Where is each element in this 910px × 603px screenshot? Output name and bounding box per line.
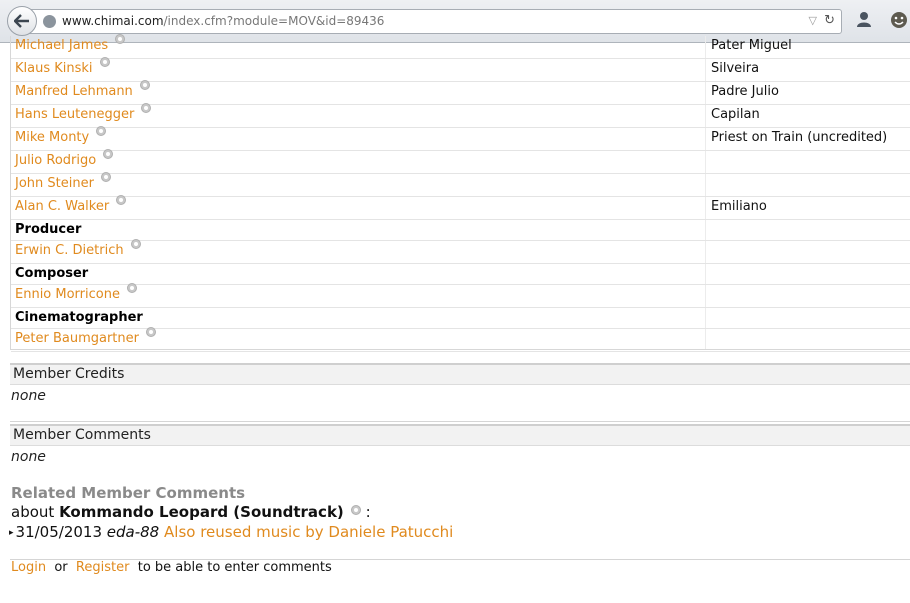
person-name[interactable]: Erwin C. Dietrich xyxy=(15,243,124,258)
search-icon[interactable] xyxy=(126,283,137,293)
search-icon[interactable] xyxy=(115,34,126,44)
credit-role-heading: Cinematographer xyxy=(15,310,143,325)
credit-row: John Steiner xyxy=(11,172,910,197)
credit-row: Alan C. Walker Emiliano xyxy=(11,195,910,220)
register-link[interactable]: Register xyxy=(76,560,130,575)
credit-row: Peter Baumgartner xyxy=(11,327,910,352)
person-link[interactable]: Erwin C. Dietrich xyxy=(15,239,141,258)
character-role: Priest on Train (uncredited) xyxy=(711,130,888,145)
credit-row: Hans Leutenegger Capilan xyxy=(11,103,910,128)
search-icon[interactable] xyxy=(116,195,127,205)
search-icon[interactable] xyxy=(145,327,156,337)
credit-row: Klaus Kinski Silveira xyxy=(11,57,910,82)
account-icon[interactable] xyxy=(856,11,872,31)
row-divider xyxy=(11,351,910,352)
search-icon[interactable] xyxy=(139,80,150,90)
url-dropdown-icon[interactable]: ▽ xyxy=(809,14,817,27)
comment-user[interactable]: eda-88 xyxy=(107,523,159,541)
back-arrow-icon xyxy=(14,14,29,28)
globe-icon xyxy=(43,15,56,28)
related-comment: ▸ 31/05/2013 eda-88 Also reused music by … xyxy=(9,523,454,541)
character-role: Padre Julio xyxy=(711,84,779,99)
person-name[interactable]: Alan C. Walker xyxy=(15,199,109,214)
search-icon[interactable] xyxy=(141,103,152,113)
person-name[interactable]: Julio Rodrigo xyxy=(15,153,96,168)
member-credits-value: none xyxy=(11,388,46,404)
comment-link[interactable]: Also reused music by Daniele Patucchi xyxy=(164,523,453,541)
credit-row: Julio Rodrigo xyxy=(11,149,910,174)
person-link[interactable]: Alan C. Walker xyxy=(15,195,127,214)
person-link[interactable]: Hans Leutenegger xyxy=(15,103,152,122)
credit-heading-row: Composer xyxy=(11,264,910,285)
member-comments-value: none xyxy=(11,449,46,465)
character-role: Capilan xyxy=(711,107,760,122)
person-name[interactable]: Manfred Lehmann xyxy=(15,84,133,99)
person-name[interactable]: Ennio Morricone xyxy=(15,287,120,302)
related-about-line: about Kommando Leopard (Soundtrack) : xyxy=(11,503,371,521)
credit-row: Erwin C. Dietrich xyxy=(11,239,910,264)
smiley-icon[interactable] xyxy=(890,11,908,33)
credit-row: Michael James Pater Miguel xyxy=(11,34,910,59)
credit-row: Ennio Morricone xyxy=(11,283,910,308)
divider xyxy=(10,421,910,422)
person-link[interactable]: John Steiner xyxy=(15,172,111,191)
search-icon[interactable] xyxy=(96,126,107,136)
credit-role-heading: Producer xyxy=(15,222,82,237)
person-link[interactable]: Klaus Kinski xyxy=(15,57,110,76)
person-link[interactable]: Ennio Morricone xyxy=(15,283,137,302)
member-credits-header: Member Credits xyxy=(10,363,910,385)
search-icon[interactable] xyxy=(99,57,110,67)
member-comments-header: Member Comments xyxy=(10,424,910,446)
url-text[interactable]: www.chimai.com/index.cfm?module=MOV&id=8… xyxy=(62,14,384,28)
bullet-icon: ▸ xyxy=(9,528,14,538)
person-name[interactable]: Hans Leutenegger xyxy=(15,107,134,122)
credit-heading-row: Producer xyxy=(11,220,910,241)
person-name[interactable]: Mike Monty xyxy=(15,130,89,145)
back-button[interactable] xyxy=(7,6,37,36)
address-bar[interactable]: www.chimai.com/index.cfm?module=MOV&id=8… xyxy=(26,9,842,34)
login-link[interactable]: Login xyxy=(11,560,46,575)
credit-row: Manfred Lehmann Padre Julio xyxy=(11,80,910,105)
search-icon[interactable] xyxy=(350,505,361,515)
reload-icon[interactable]: ↻ xyxy=(824,13,835,28)
character-role: Silveira xyxy=(711,61,760,76)
search-icon[interactable] xyxy=(130,239,141,249)
credit-row: Mike Monty Priest on Train (uncredited) xyxy=(11,126,910,151)
person-link[interactable]: Peter Baumgartner xyxy=(15,327,156,346)
person-name[interactable]: Michael James xyxy=(15,38,108,53)
page-content: Michael James Pater Miguel Klaus Kinski Sil… xyxy=(0,34,910,603)
credit-role-heading: Composer xyxy=(15,266,89,281)
person-link[interactable]: Mike Monty xyxy=(15,126,107,145)
person-name[interactable]: John Steiner xyxy=(15,176,94,191)
login-footer: Login or Register to be able to enter co… xyxy=(11,560,332,575)
person-link[interactable]: Julio Rodrigo xyxy=(15,149,114,168)
person-name[interactable]: Peter Baumgartner xyxy=(15,331,139,346)
related-comments-title: Related Member Comments xyxy=(11,484,246,502)
search-icon[interactable] xyxy=(103,149,114,159)
person-link[interactable]: Manfred Lehmann xyxy=(15,80,150,99)
person-name[interactable]: Klaus Kinski xyxy=(15,61,93,76)
related-title-link[interactable]: Kommando Leopard (Soundtrack) xyxy=(59,503,344,521)
person-link[interactable]: Michael James xyxy=(15,34,126,53)
credit-heading-row: Cinematographer xyxy=(11,308,910,329)
character-role: Pater Miguel xyxy=(711,38,792,53)
search-icon[interactable] xyxy=(100,172,111,182)
character-role: Emiliano xyxy=(711,199,767,214)
